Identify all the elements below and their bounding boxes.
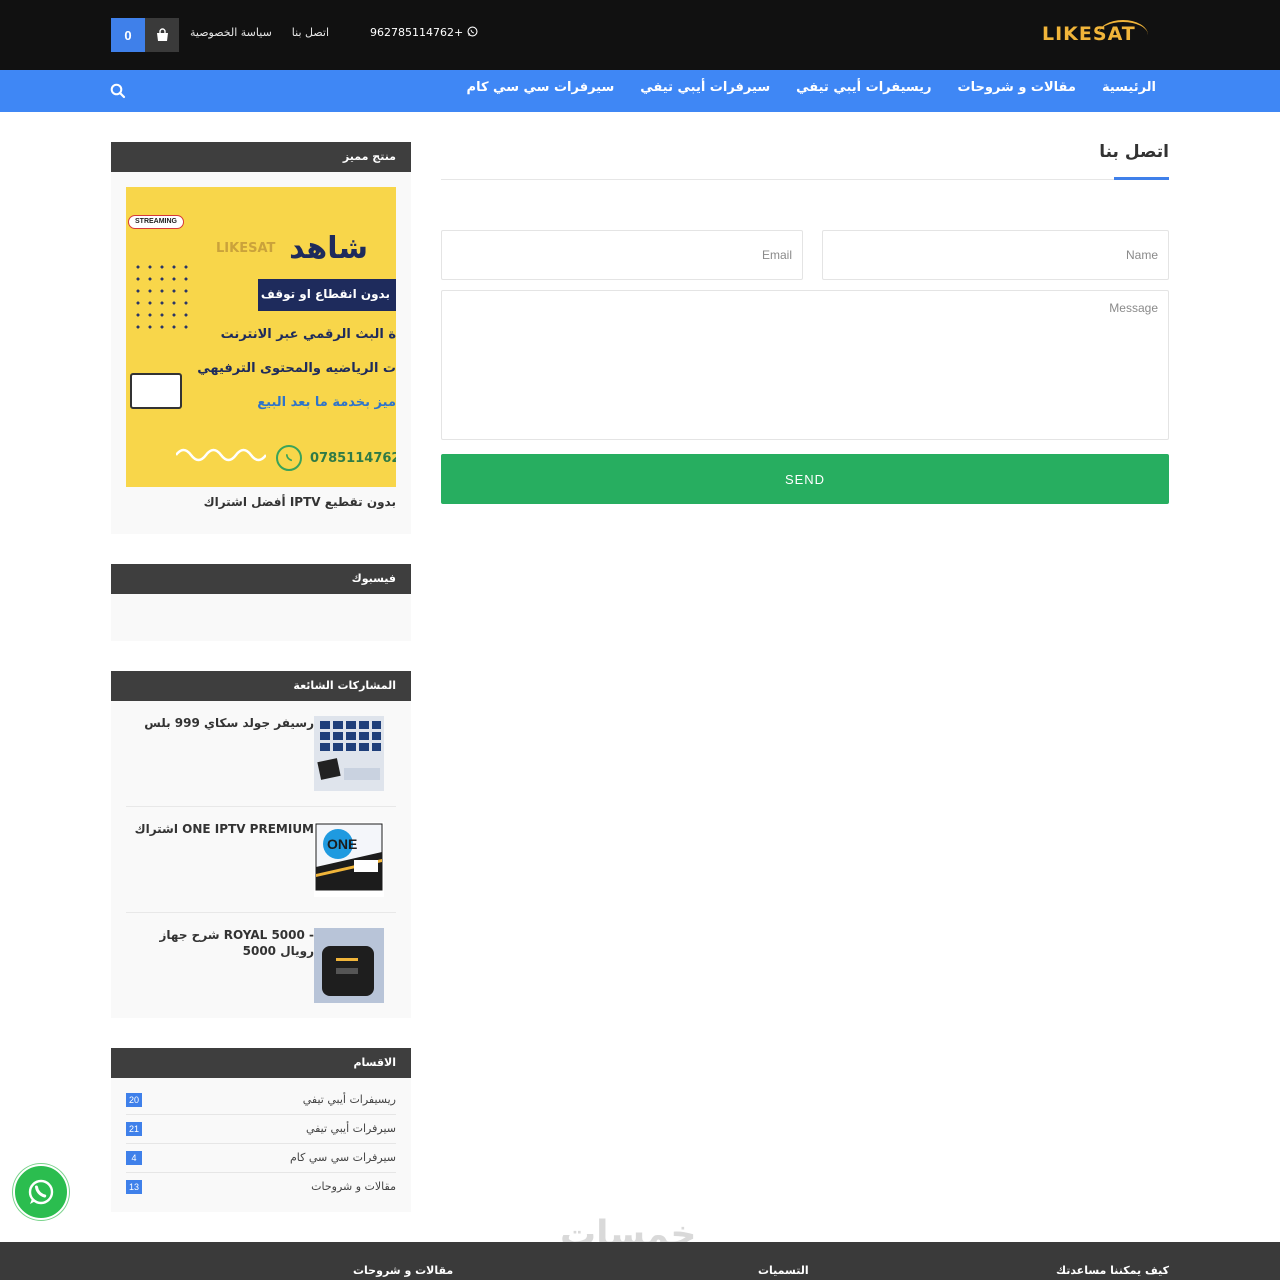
whatsapp-icon xyxy=(467,26,478,37)
footer-labels-heading: التسميات xyxy=(758,1264,809,1277)
svg-text:ONE: ONE xyxy=(327,836,357,852)
widget-title: المشاركات الشائعة xyxy=(111,671,411,701)
title-accent-bar xyxy=(1114,177,1169,180)
message-field[interactable] xyxy=(441,290,1169,440)
whatsapp-chat-button[interactable] xyxy=(13,1164,69,1220)
popular-post-item[interactable]: ONE اشتراك ONE IPTV PREMIUM xyxy=(126,807,396,913)
name-field[interactable] xyxy=(822,230,1169,280)
category-label[interactable]: سيرفرات سي سي كام xyxy=(290,1151,396,1164)
site-logo[interactable]: LIKESAT xyxy=(1040,20,1148,52)
category-item[interactable]: ريسيفرات أيبي تيفي 20 xyxy=(126,1086,396,1115)
send-button[interactable]: SEND xyxy=(441,454,1169,504)
title-divider xyxy=(441,179,1169,180)
facebook-widget: فيسبوك xyxy=(111,564,411,641)
nav-item-iptv-receivers[interactable]: ريسيفرات أيبي تيفي xyxy=(796,80,931,95)
promo-logo: LIKESAT xyxy=(216,241,276,256)
featured-product-image[interactable]: STREAMING LIKESAT شاهد بدون انقطاع او تو… xyxy=(126,187,396,487)
email-field[interactable] xyxy=(441,230,803,280)
promo-phone: 0785114762 xyxy=(310,451,396,466)
promo-banner: بدون انقطاع او توقف xyxy=(258,279,396,311)
popular-posts-widget: المشاركات الشائعة رسيفر جولد سكاي 999 بل… xyxy=(111,671,411,1018)
tv-illustration xyxy=(130,373,182,409)
category-item[interactable]: مقالات و شروحات 13 xyxy=(126,1173,396,1202)
post-thumbnail[interactable] xyxy=(314,716,384,791)
privacy-link[interactable]: سياسة الخصوصية xyxy=(190,26,272,42)
categories-widget: الاقسام ريسيفرات أيبي تيفي 20 سيرفرات أي… xyxy=(111,1048,411,1212)
post-title[interactable]: رسيفر جولد سكاي 999 بلس xyxy=(144,715,314,731)
search-icon[interactable] xyxy=(110,83,126,99)
streaming-badge: STREAMING xyxy=(128,215,184,229)
contact-link[interactable]: اتصل بنا xyxy=(292,26,329,42)
category-label[interactable]: سيرفرات أيبي تيفي xyxy=(306,1122,396,1135)
footer-articles-heading: مقالات و شروحات xyxy=(353,1264,454,1277)
main-nav: الرئيسية مقالات و شروحات ريسيفرات أيبي ت… xyxy=(0,70,1280,112)
whatsapp-icon xyxy=(276,445,302,471)
category-item[interactable]: سيرفرات سي سي كام 4 xyxy=(126,1144,396,1173)
footer-help-heading: كيف يمكننا مساعدتك xyxy=(1055,1264,1169,1277)
promo-line-2: ت الرياضيه والمحتوى الترفيهي xyxy=(197,361,396,376)
nav-item-home[interactable]: الرئيسية xyxy=(1102,80,1156,95)
dots-decoration xyxy=(132,261,194,331)
phone-link[interactable]: 962785114762+ xyxy=(370,26,478,39)
cart-count: 0 xyxy=(111,18,145,52)
nav-item-iptv-servers[interactable]: سيرفرات أيبي تيفي xyxy=(640,80,770,95)
post-thumbnail[interactable]: ONE xyxy=(314,822,384,897)
page-title: اتصل بنا xyxy=(1099,142,1169,162)
category-count: 20 xyxy=(126,1093,142,1107)
category-label[interactable]: ريسيفرات أيبي تيفي xyxy=(303,1093,396,1106)
popular-post-item[interactable]: رسيفر جولد سكاي 999 بلس xyxy=(126,701,396,807)
whatsapp-icon xyxy=(28,1179,54,1205)
nav-item-cccam-servers[interactable]: سيرفرات سي سي كام xyxy=(467,80,615,95)
wave-decoration xyxy=(176,448,266,462)
category-label[interactable]: مقالات و شروحات xyxy=(311,1180,396,1193)
logo-text: LIKESAT xyxy=(1042,23,1136,45)
post-title[interactable]: اشتراك ONE IPTV PREMIUM xyxy=(135,821,314,837)
shopping-bag-icon xyxy=(145,18,179,52)
category-item[interactable]: سيرفرات أيبي تيفي 21 xyxy=(126,1115,396,1144)
promo-heading: شاهد xyxy=(289,231,368,266)
widget-title: فيسبوك xyxy=(111,564,411,594)
post-title[interactable]: شرح جهاز ROYAL 5000 - رويال 5000 xyxy=(126,927,314,959)
cart-button[interactable]: 0 xyxy=(111,18,179,52)
promo-line-1: ة البث الرقمي عبر الانترنت xyxy=(220,327,396,342)
category-count: 21 xyxy=(126,1122,142,1136)
category-count: 13 xyxy=(126,1180,142,1194)
featured-product-title[interactable]: أفضل اشتراك IPTV بدون تقطيع xyxy=(204,495,396,509)
footer: كيف يمكننا مساعدتك التسميات مقالات و شرو… xyxy=(0,1242,1280,1280)
nav-items: الرئيسية مقالات و شروحات ريسيفرات أيبي ت… xyxy=(467,80,1156,95)
top-links: اتصل بنا سياسة الخصوصية xyxy=(190,26,329,42)
featured-product-widget: منتج مميز STREAMING LIKESAT شاهد بدون ان… xyxy=(111,142,411,534)
widget-title: الاقسام xyxy=(111,1048,411,1078)
category-count: 4 xyxy=(126,1151,142,1165)
top-bar: LIKESAT 962785114762+ اتصل بنا سياسة الخ… xyxy=(0,0,1280,70)
nav-item-articles[interactable]: مقالات و شروحات xyxy=(958,80,1076,95)
widget-title: منتج مميز xyxy=(111,142,411,172)
promo-line-3: ميز بخدمة ما بعد البيع xyxy=(257,395,396,410)
phone-number: 962785114762+ xyxy=(370,26,464,39)
popular-post-item[interactable]: شرح جهاز ROYAL 5000 - رويال 5000 xyxy=(126,913,396,1019)
post-thumbnail[interactable] xyxy=(314,928,384,1003)
